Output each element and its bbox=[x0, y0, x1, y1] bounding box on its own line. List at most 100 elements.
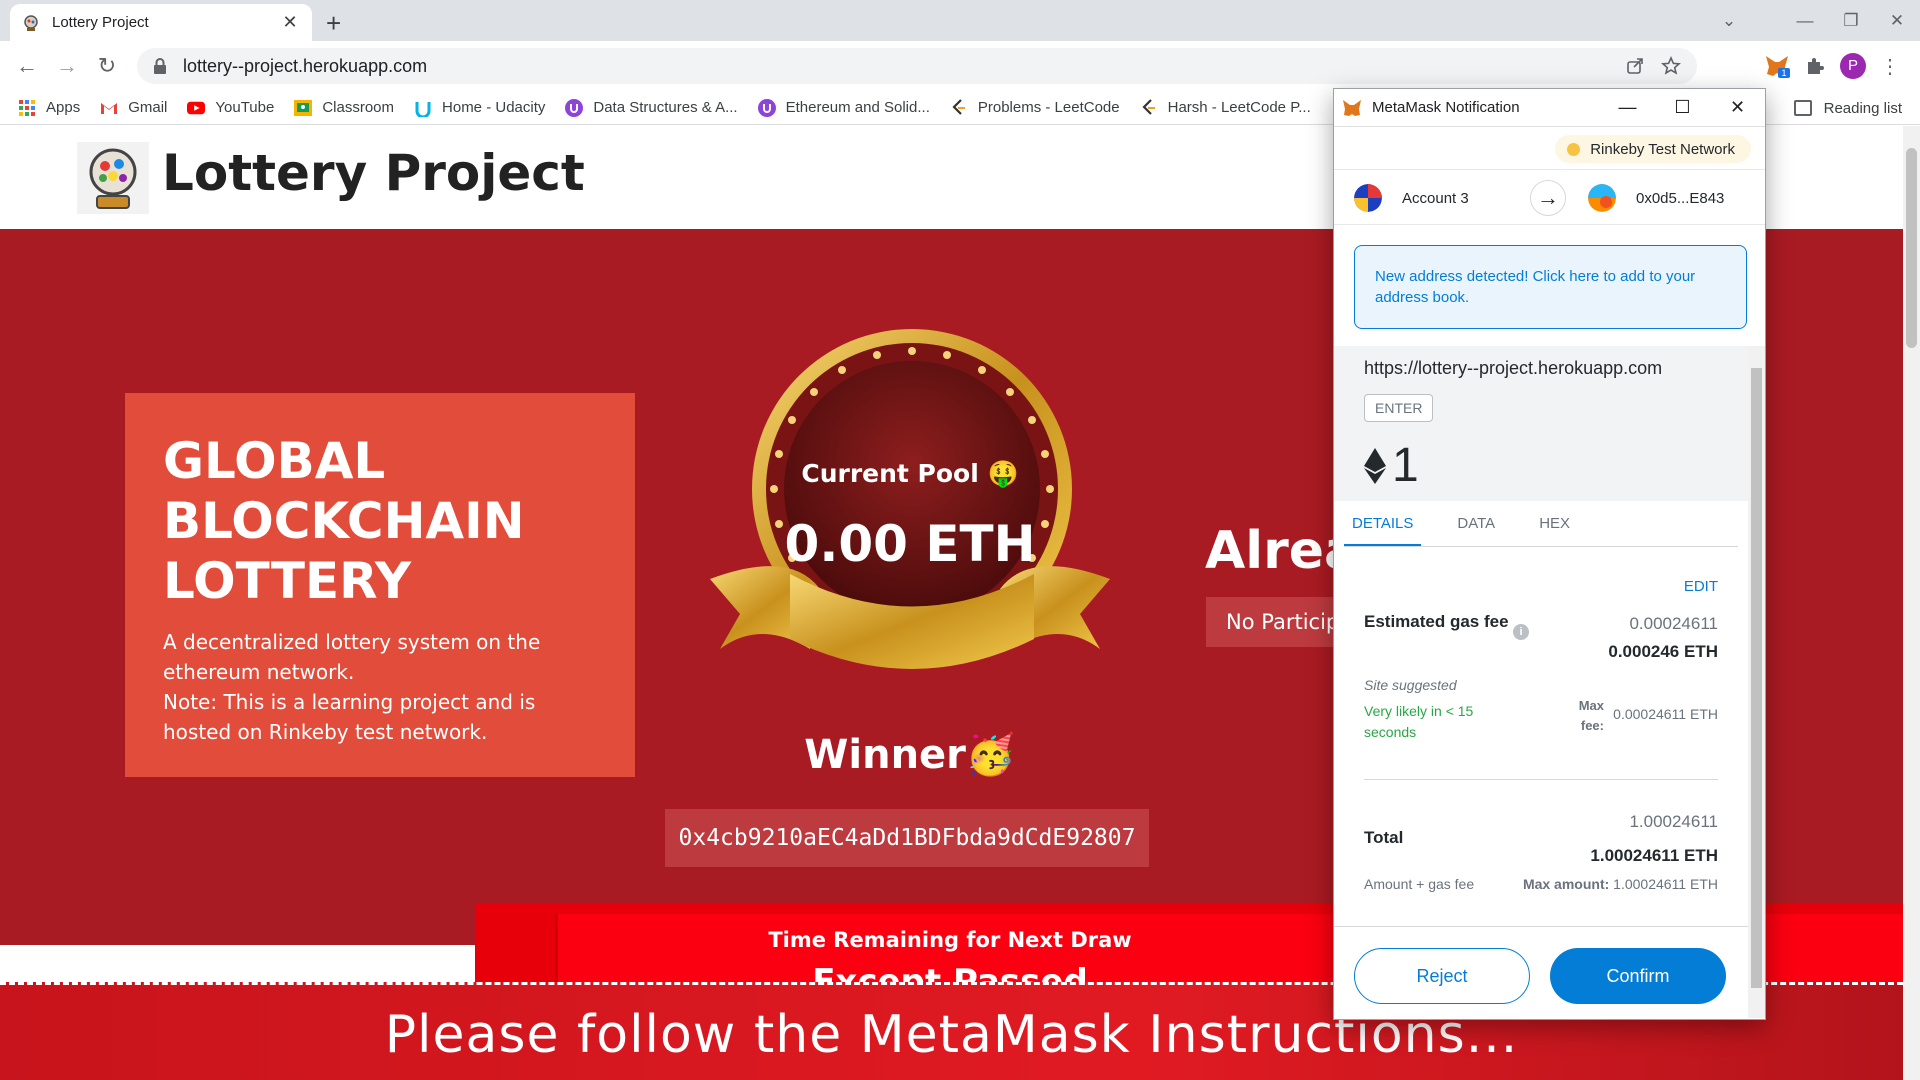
metamask-notification-window: MetaMask Notification — ☐ ✕ Rinkeby Test… bbox=[1333, 88, 1766, 1020]
classroom-icon bbox=[294, 99, 313, 117]
pool-medal-graphic bbox=[710, 329, 1110, 669]
bookmark-gmail[interactable]: Gmail bbox=[100, 99, 167, 117]
maximize-icon[interactable]: ☐ bbox=[1655, 97, 1710, 118]
total-secondary: 1.00024611 bbox=[1629, 812, 1718, 831]
network-row: Rinkeby Test Network bbox=[1334, 127, 1765, 169]
divider bbox=[1364, 779, 1718, 780]
bookmark-star-icon[interactable] bbox=[1661, 56, 1681, 76]
forward-icon[interactable]: → bbox=[52, 51, 82, 81]
browser-tab[interactable]: Lottery Project ✕ bbox=[10, 4, 312, 41]
bookmark-label: Problems - LeetCode bbox=[977, 99, 1120, 116]
gmail-icon bbox=[100, 99, 118, 117]
estimated-gas-fee-label: Estimated gas fee bbox=[1364, 612, 1509, 631]
edit-gas-link[interactable]: EDIT bbox=[1684, 578, 1718, 595]
bookmark-youtube[interactable]: YouTube bbox=[187, 99, 274, 117]
gas-fee-secondary: 0.00024611 bbox=[1629, 614, 1718, 633]
transaction-details-panel: https://lottery--project.herokuapp.com E… bbox=[1334, 346, 1748, 1018]
metamask-window-title: MetaMask Notification bbox=[1372, 99, 1520, 116]
reading-list-label: Reading list bbox=[1823, 99, 1902, 117]
url-text: lottery--project.herokuapp.com bbox=[183, 55, 428, 76]
amount-value: 1 bbox=[1392, 439, 1419, 492]
profile-avatar[interactable]: P bbox=[1840, 53, 1866, 79]
bookmark-label: Gmail bbox=[128, 99, 168, 116]
leetcode-icon bbox=[1140, 98, 1158, 117]
bookmark-label: Data Structures & A... bbox=[593, 99, 738, 116]
restore-icon[interactable]: ❐ bbox=[1828, 11, 1874, 31]
close-window-icon[interactable]: ✕ bbox=[1710, 97, 1765, 118]
network-indicator: Rinkeby Test Network bbox=[1555, 135, 1751, 163]
sender-account-name: Account 3 bbox=[1402, 189, 1469, 207]
confirm-button[interactable]: Confirm bbox=[1550, 948, 1726, 1004]
metamask-scrollbar-thumb[interactable] bbox=[1751, 368, 1762, 988]
bookmark-label: YouTube bbox=[215, 99, 275, 116]
tab-data[interactable]: DATA bbox=[1449, 501, 1503, 546]
extensions-puzzle-icon[interactable] bbox=[1804, 55, 1826, 77]
tab-title: Lottery Project bbox=[52, 14, 149, 31]
bookmark-leetcode-problems[interactable]: Problems - LeetCode bbox=[950, 98, 1120, 117]
tab-hex[interactable]: HEX bbox=[1531, 501, 1578, 546]
sender-recipient-row: Account 3 → 0x0d5...E843 bbox=[1334, 169, 1765, 225]
bookmark-udacity[interactable]: Home - Udacity bbox=[414, 99, 545, 117]
browser-tab-strip: Lottery Project ✕ + ⌄ — ❐ ✕ bbox=[0, 0, 1920, 41]
current-pool-value: 0.00 ETH bbox=[784, 515, 1036, 573]
extension-badge: 1 bbox=[1781, 68, 1786, 78]
site-title: Lottery Project bbox=[162, 144, 585, 202]
window-controls: ⌄ — ❐ ✕ bbox=[1706, 0, 1920, 41]
ethereum-icon bbox=[1364, 447, 1386, 484]
bookmark-label: Home - Udacity bbox=[442, 99, 546, 116]
recipient-identicon-icon bbox=[1588, 184, 1616, 212]
winner-address: 0x4cb9210aEC4aDd1BDFbda9dCdE92807 bbox=[665, 809, 1149, 867]
site-suggested-label: Site suggested bbox=[1364, 677, 1457, 693]
recipient-address[interactable]: 0x0d5...E843 bbox=[1588, 184, 1724, 212]
course-icon bbox=[757, 98, 776, 117]
reload-icon[interactable]: ↻ bbox=[92, 51, 122, 81]
reading-list-icon bbox=[1793, 100, 1812, 116]
new-tab-icon[interactable]: + bbox=[326, 8, 341, 39]
contract-method-badge: ENTER bbox=[1364, 394, 1434, 422]
recipient-address-text: 0x0d5...E843 bbox=[1636, 189, 1725, 207]
bookmark-leetcode-profile[interactable]: Harsh - LeetCode P... bbox=[1140, 98, 1311, 117]
browser-menu-icon[interactable]: ⋮ bbox=[1880, 54, 1900, 79]
page-scrollbar[interactable] bbox=[1903, 126, 1920, 1080]
leetcode-icon bbox=[950, 98, 968, 117]
bookmark-label: Classroom bbox=[322, 99, 395, 116]
bookmark-apps[interactable]: Apps bbox=[18, 99, 80, 117]
total-label: Total bbox=[1364, 828, 1404, 847]
minimize-icon[interactable]: — bbox=[1782, 11, 1828, 31]
close-window-icon[interactable]: ✕ bbox=[1874, 11, 1920, 31]
bookmark-ethereum-solidity[interactable]: Ethereum and Solid... bbox=[757, 98, 930, 117]
timer-label: Time Remaining for Next Draw bbox=[768, 928, 1132, 952]
intro-description: A decentralized lottery system on the et… bbox=[163, 627, 597, 747]
details-tabs: DETAILS DATA HEX bbox=[1344, 501, 1738, 547]
back-icon[interactable]: ← bbox=[12, 51, 42, 81]
metamask-scrollbar[interactable] bbox=[1748, 346, 1765, 1018]
bookmark-classroom[interactable]: Classroom bbox=[294, 99, 394, 117]
max-fee-label: Max fee: bbox=[1578, 698, 1604, 733]
lock-icon[interactable] bbox=[153, 58, 167, 74]
new-address-alert[interactable]: New address detected! Click here to add … bbox=[1354, 245, 1747, 329]
minimize-icon[interactable]: — bbox=[1600, 97, 1655, 118]
amount-plus-gas-label: Amount + gas fee bbox=[1364, 876, 1475, 892]
tab-details[interactable]: DETAILS bbox=[1344, 501, 1422, 546]
address-bar[interactable]: lottery--project.herokuapp.com bbox=[137, 48, 1697, 84]
reading-list-button[interactable]: Reading list bbox=[1793, 91, 1902, 125]
close-tab-icon[interactable]: ✕ bbox=[280, 12, 300, 33]
gas-fee-primary: 0.000246 ETH bbox=[1608, 642, 1718, 661]
max-fee-value: 0.00024611 ETH bbox=[1613, 706, 1718, 722]
share-icon[interactable] bbox=[1625, 56, 1645, 76]
bookmark-data-structures[interactable]: Data Structures & A... bbox=[565, 98, 738, 117]
reject-button[interactable]: Reject bbox=[1354, 948, 1530, 1004]
intro-title: GLOBAL BLOCKCHAIN LOTTERY bbox=[163, 432, 525, 610]
transaction-summary: https://lottery--project.herokuapp.com E… bbox=[1334, 346, 1748, 501]
tab-search-icon[interactable]: ⌄ bbox=[1706, 11, 1752, 31]
metamask-fox-icon[interactable]: 1 bbox=[1764, 54, 1790, 78]
page-scrollbar-thumb[interactable] bbox=[1906, 148, 1917, 348]
sender-account[interactable]: Account 3 bbox=[1354, 184, 1469, 212]
apps-grid-icon bbox=[18, 99, 36, 117]
extensions-area: 1 P ⋮ bbox=[1764, 53, 1900, 79]
bookmark-label: Apps bbox=[46, 99, 81, 116]
bookmark-label: Harsh - LeetCode P... bbox=[1167, 99, 1311, 116]
metamask-fox-icon bbox=[1343, 99, 1361, 116]
udacity-icon bbox=[414, 99, 432, 117]
info-icon[interactable]: i bbox=[1513, 624, 1529, 640]
